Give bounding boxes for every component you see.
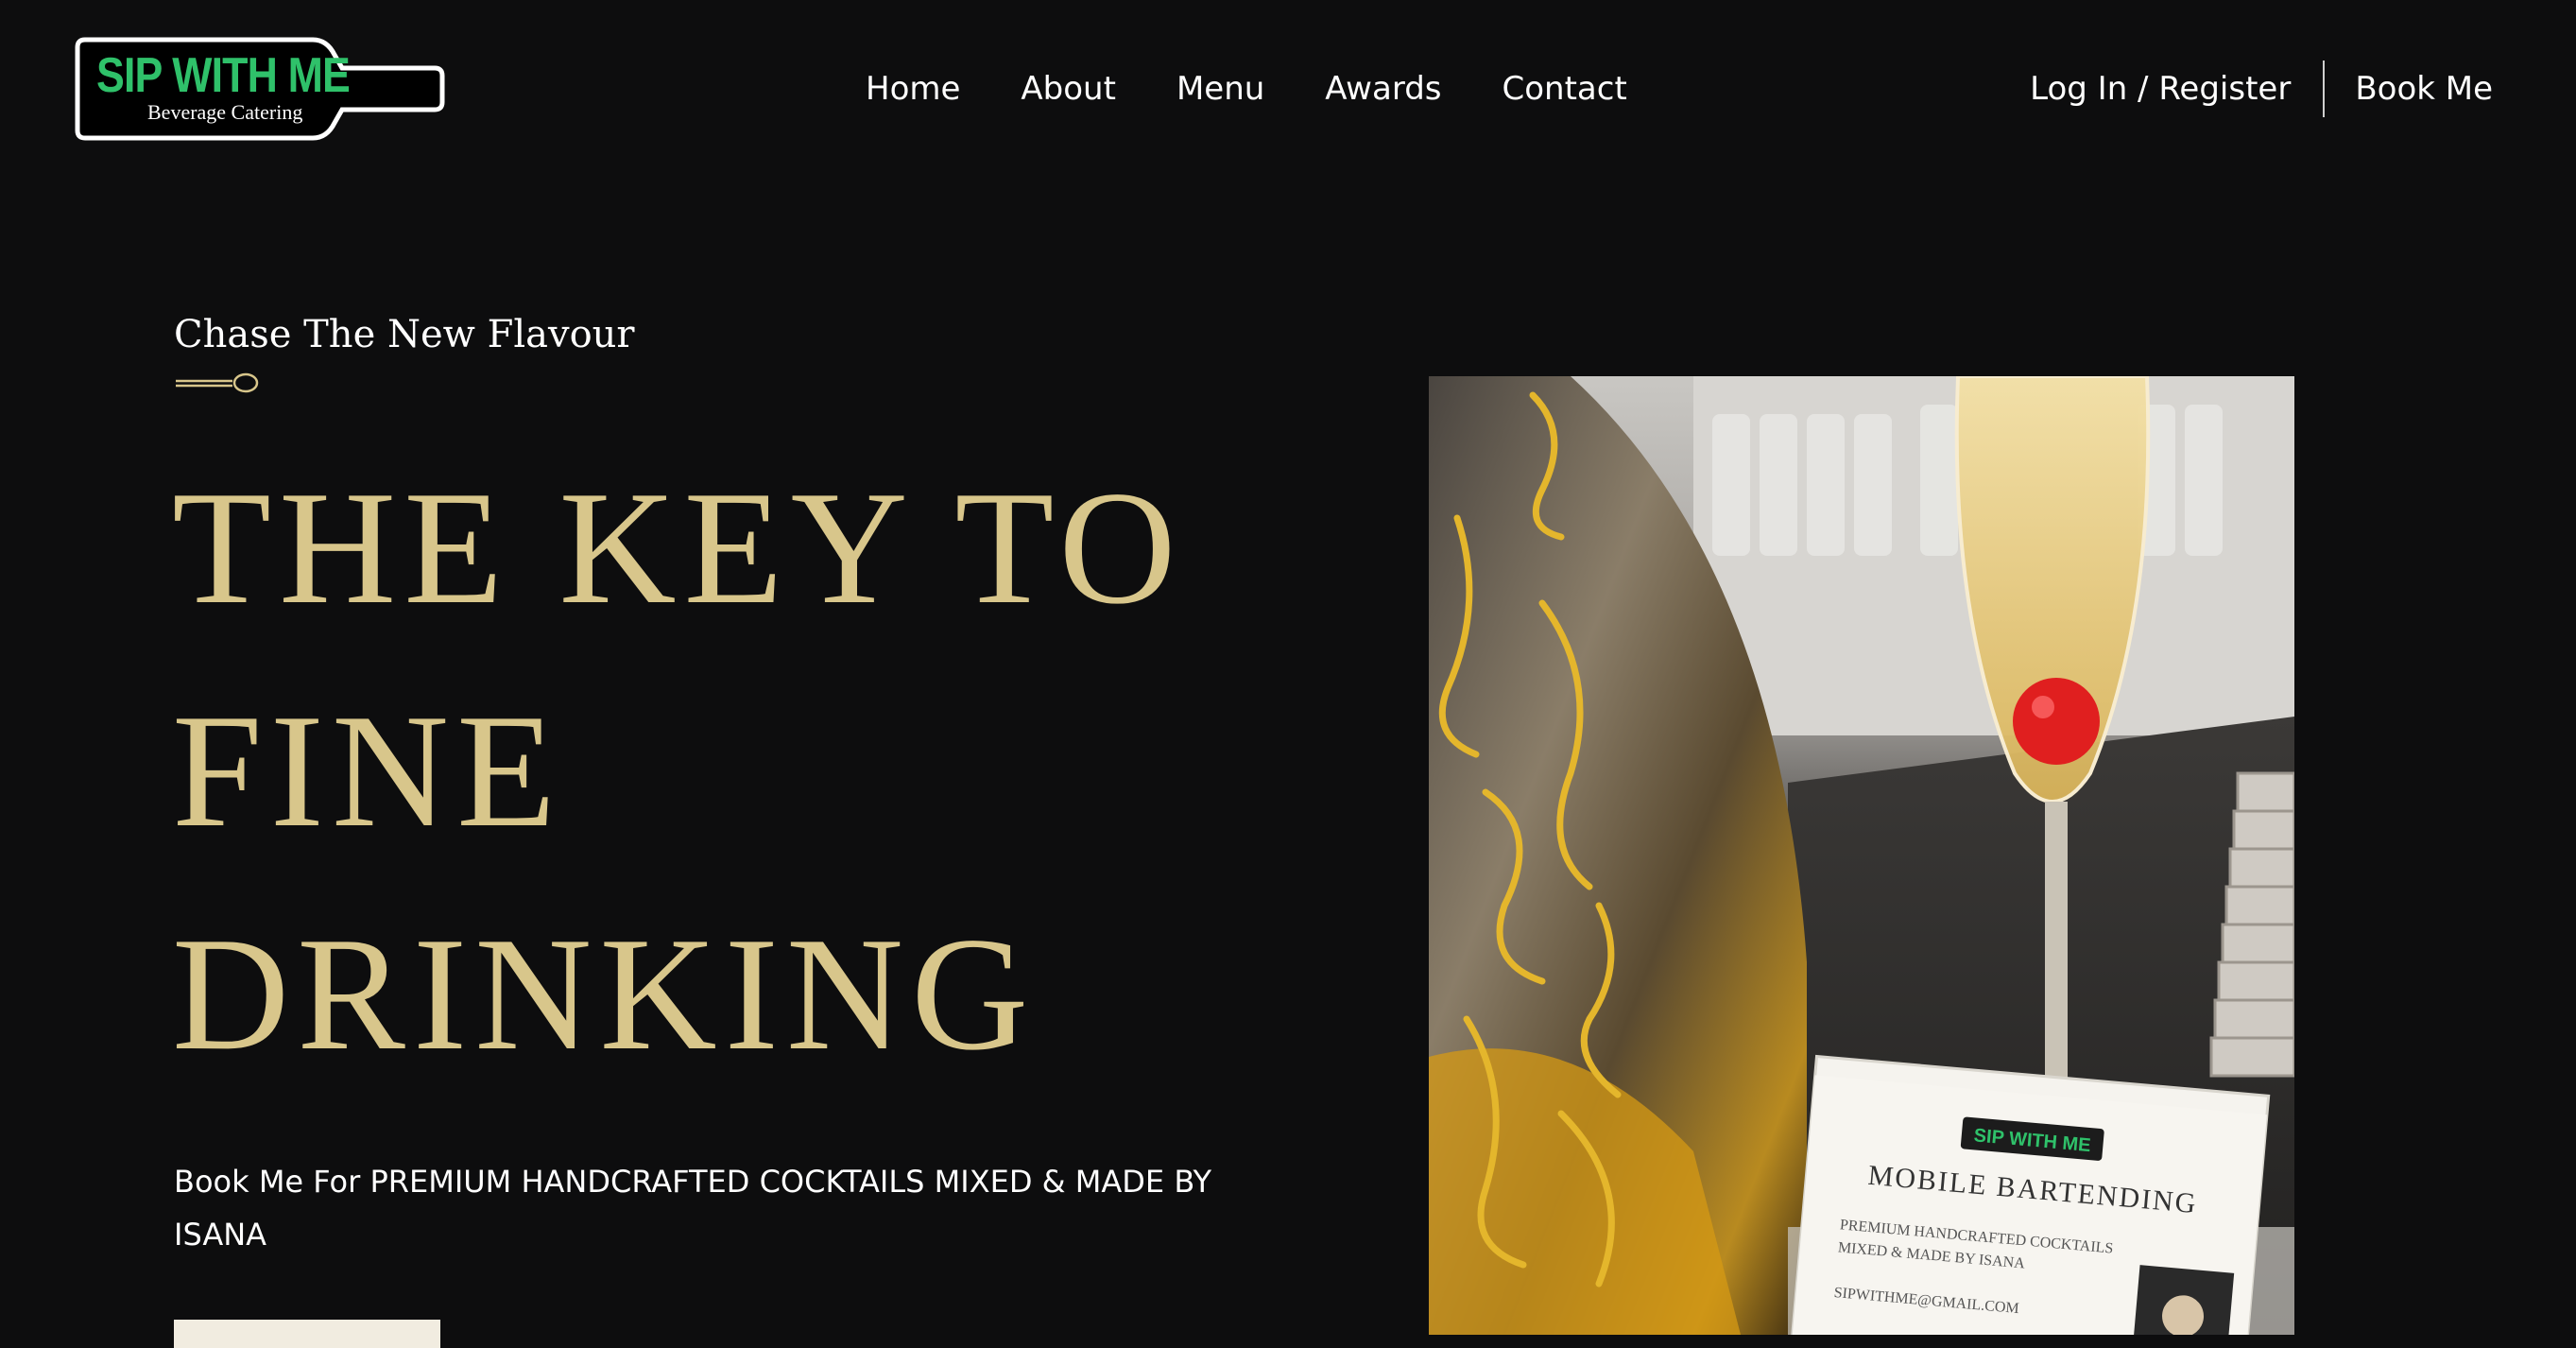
header-divider — [2323, 60, 2326, 117]
hero-tagline: Chase The New Flavour — [174, 313, 635, 356]
headline-line-1: THE KEY TO — [172, 458, 1184, 638]
headline-line-3: DRINKING — [172, 905, 1037, 1084]
hero-photo: SIP WITH ME MOBILE BARTENDING PREMIUM HA… — [1429, 376, 2294, 1335]
spoon-icon — [176, 372, 259, 393]
book-me-link[interactable]: Book Me — [2325, 70, 2493, 108]
hero-headline: THE KEY TO FINE DRINKING — [172, 437, 1400, 1106]
headline-line-2: FINE — [172, 682, 564, 861]
nav-contact[interactable]: Contact — [1503, 66, 1627, 112]
hero-subcopy: Book Me For PREMIUM HANDCRAFTED COCKTAIL… — [174, 1164, 1212, 1253]
login-register-link[interactable]: Log In / Register — [2030, 70, 2323, 108]
hero-cta-button[interactable] — [174, 1320, 440, 1348]
logo[interactable]: SIP WITH ME Beverage Catering — [72, 34, 446, 144]
nav-home[interactable]: Home — [866, 66, 960, 112]
nav-awards[interactable]: Awards — [1325, 66, 1441, 112]
main-nav: Home About Menu Awards Contact — [866, 66, 1688, 112]
nav-about[interactable]: About — [1021, 66, 1116, 112]
header-actions: Log In / Register Book Me — [2030, 60, 2493, 117]
nav-menu[interactable]: Menu — [1176, 66, 1264, 112]
logo-subtitle: Beverage Catering — [147, 100, 303, 124]
logo-title: SIP WITH ME — [96, 48, 351, 103]
